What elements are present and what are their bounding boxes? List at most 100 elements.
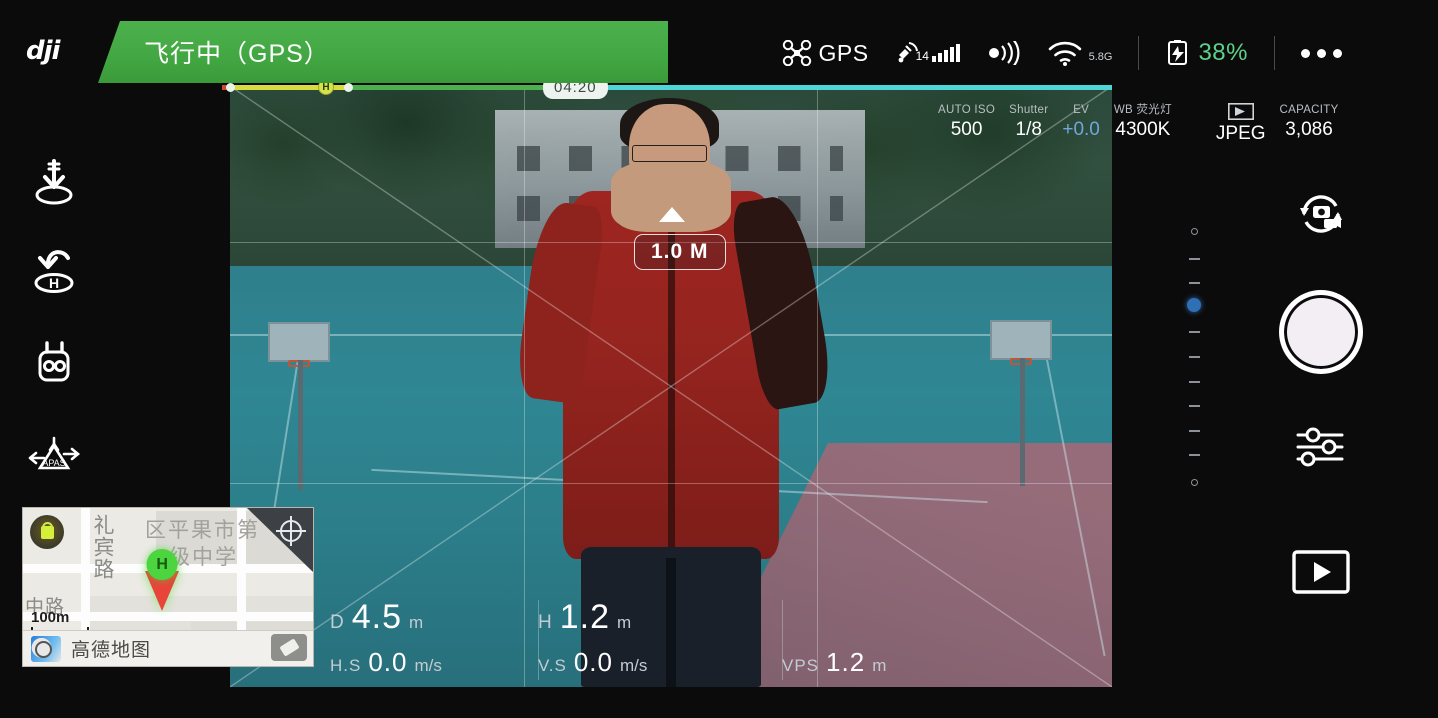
gps-label: GPS: [818, 39, 869, 66]
map-provider-label: 高德地图: [71, 640, 152, 661]
capacity-label: CAPACITY: [1279, 104, 1339, 116]
hs-unit: m/s: [414, 656, 442, 675]
height-value: 1.2: [559, 598, 610, 636]
distance-key: D: [330, 612, 345, 633]
map-scale-label: 100m: [31, 609, 70, 626]
iso-value: 500: [950, 119, 983, 140]
wifi-status[interactable]: 5.8G: [1048, 41, 1113, 66]
left-control-rail: H APAS: [18, 158, 90, 478]
gimbal-pitch-slider[interactable]: [1186, 228, 1202, 486]
altitude-badge: 1.0 M: [634, 234, 726, 270]
telemetry-row-secondary: H.S 0.0 m/s V.S 0.0 m/s VPS 1.2 m: [330, 647, 970, 678]
apas-button[interactable]: APAS: [23, 428, 85, 478]
map-lock-icon[interactable]: [30, 515, 64, 549]
ev-label: EV: [1073, 104, 1090, 116]
auto-landing-button[interactable]: [23, 158, 85, 208]
height-readout: H 1.2 m: [538, 598, 782, 637]
remote-controller-icon: [38, 341, 70, 382]
more-dots-icon[interactable]: [1301, 48, 1342, 58]
vps-key: VPS: [782, 656, 820, 675]
vps-readout: VPS 1.2 m: [782, 647, 886, 678]
distance-unit: m: [409, 613, 424, 632]
top-status-bar: dji 飞行中（GPS） GPS 14 5.8G 38%: [0, 20, 1438, 86]
playback-button[interactable]: [1292, 550, 1350, 594]
iso-setting[interactable]: AUTO ISO 500: [938, 103, 995, 141]
camera-settings-button[interactable]: [1294, 426, 1348, 468]
status-divider: [1138, 36, 1140, 70]
shutter-button[interactable]: [1279, 290, 1363, 374]
wifi-band-label: 5.8G: [1088, 50, 1113, 63]
mini-map[interactable]: 礼宾路 中路 区平果市第 级中学 H 100m 高德地图: [22, 507, 314, 667]
map-poi-line1: 区平果市第: [145, 519, 260, 542]
vs-value: 0.0: [573, 647, 613, 677]
vs-unit: m/s: [620, 656, 648, 675]
flight-status-text: 飞行中（GPS）: [144, 40, 330, 68]
shutter-setting[interactable]: Shutter 1/8: [1009, 103, 1048, 141]
camera-settings-readout: AUTO ISO 500 Shutter 1/8 EV +0.0 WB 荧光灯 …: [938, 103, 1353, 145]
signal-wave-icon: [988, 41, 1020, 65]
eraser-icon: [278, 638, 300, 657]
iso-label: AUTO ISO: [938, 104, 996, 116]
apas-icon: APAS: [28, 436, 81, 470]
gimbal-slider-knob[interactable]: [1187, 298, 1201, 312]
photo-video-switch-icon: [1300, 195, 1342, 233]
playback-icon: [1292, 550, 1350, 594]
photo-video-mode-toggle[interactable]: [1292, 190, 1350, 238]
land-arrow-icon: [35, 159, 73, 205]
dji-logo: dji: [26, 36, 60, 66]
horizontal-speed-readout: H.S 0.0 m/s: [330, 647, 538, 678]
vertical-speed-readout: V.S 0.0 m/s: [538, 647, 782, 678]
map-eraser-button[interactable]: [271, 634, 307, 661]
ev-setting[interactable]: EV +0.0: [1062, 103, 1100, 141]
gps-status[interactable]: GPS: [782, 40, 869, 67]
wb-setting[interactable]: WB 荧光灯 4300K: [1114, 103, 1172, 141]
capacity-value: 3,086: [1285, 119, 1333, 140]
aircraft-home-marker: H: [141, 549, 183, 612]
format-value: JPEG: [1215, 123, 1266, 144]
format-setting[interactable]: JPEG: [1216, 103, 1266, 145]
battery-percent: 38%: [1198, 39, 1248, 66]
battery-icon: [1168, 40, 1188, 65]
telemetry-row-primary: D 4.5 m H 1.2 m: [330, 598, 970, 637]
satellite-status[interactable]: 14: [895, 41, 960, 65]
home-marker-label: H: [146, 549, 178, 581]
gimbal-top-end: [1190, 228, 1198, 235]
status-divider-2: [1274, 36, 1275, 70]
battery-status[interactable]: 38%: [1165, 39, 1248, 67]
ev-value: +0.0: [1062, 119, 1100, 140]
vps-unit: m: [872, 656, 887, 675]
sd-card-icon: [1227, 103, 1254, 120]
amap-logo-icon: [31, 635, 61, 662]
wifi-icon: [1048, 41, 1081, 66]
right-control-rail: [1276, 190, 1366, 594]
map-footer: 高德地图: [23, 630, 313, 666]
satellite-count: 14: [915, 49, 929, 63]
svg-text:APAS: APAS: [42, 458, 65, 468]
vs-key: V.S: [538, 656, 567, 675]
shutter-label: Shutter: [1009, 104, 1049, 116]
wb-value: 4300K: [1115, 119, 1171, 140]
transmission-status[interactable]: [986, 41, 1022, 65]
gimbal-bottom-end: [1190, 478, 1198, 486]
remote-controller-button[interactable]: [23, 338, 85, 388]
hs-value: 0.0: [368, 647, 408, 677]
height-key: H: [538, 612, 553, 633]
distance-value: 4.5: [351, 598, 402, 636]
sliders-icon: [1296, 427, 1344, 467]
flight-status-banner: 飞行中（GPS）: [98, 21, 668, 83]
compass-recenter-icon: [276, 516, 306, 546]
altitude-pointer-icon: [659, 207, 685, 222]
distance-readout: D 4.5 m: [330, 598, 538, 637]
status-icon-group: GPS 14 5.8G 38%: [782, 20, 1342, 86]
telemetry-readout: D 4.5 m H 1.2 m H.S 0.0 m/s V.S 0.0 m/s: [330, 598, 970, 680]
vps-value: 1.2: [826, 647, 866, 677]
drone-icon: [782, 40, 811, 66]
return-home-icon: H: [34, 250, 74, 293]
wb-label: WB 荧光灯: [1113, 104, 1172, 116]
return-to-home-button[interactable]: H: [23, 248, 85, 298]
video-feed[interactable]: [230, 86, 1112, 687]
capacity-setting: CAPACITY 3,086: [1280, 103, 1339, 141]
shutter-value: 1/8: [1015, 119, 1042, 140]
dji-flight-app: H 04:20 1.0 M dji 飞行中（GPS） GPS 14 5.8G 3…: [0, 0, 1438, 718]
hs-key: H.S: [330, 656, 362, 675]
